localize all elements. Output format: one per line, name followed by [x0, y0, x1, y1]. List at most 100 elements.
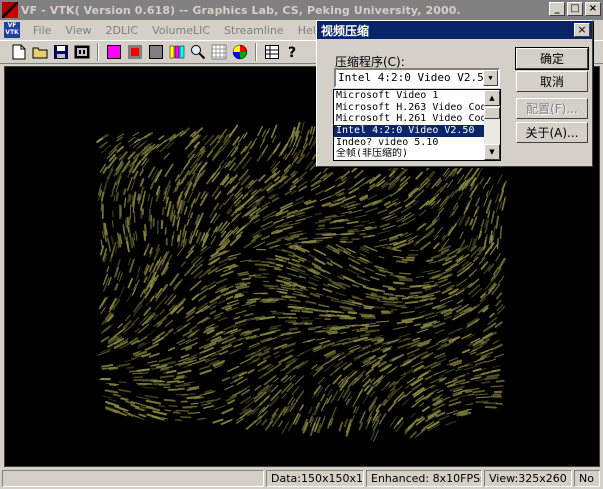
lic-streak	[168, 404, 178, 408]
lic-streak	[239, 358, 252, 365]
magenta-square-icon[interactable]	[105, 43, 123, 61]
new-file-icon[interactable]	[10, 43, 28, 61]
dialog-title[interactable]: 视频压缩	[317, 21, 592, 39]
dialog-close-button[interactable]: ×	[574, 23, 590, 37]
lic-streak	[269, 262, 277, 265]
lic-streak	[306, 339, 314, 343]
menu-file[interactable]: File	[26, 24, 58, 37]
compressor-combo[interactable]: Intel 4:2:0 Video V2.50 ▼	[334, 68, 500, 88]
lic-streak	[319, 339, 331, 345]
lic-streak	[141, 386, 156, 389]
grid-icon[interactable]	[210, 43, 228, 61]
list-item-selected[interactable]: Intel 4:2:0 Video V2.50	[334, 125, 484, 137]
lic-streak	[475, 197, 481, 207]
menu-streamline[interactable]: Streamline	[217, 24, 291, 37]
lic-streak	[397, 222, 406, 228]
lic-streak	[461, 333, 472, 340]
lic-streak	[470, 351, 477, 355]
lic-streak	[490, 385, 504, 388]
list-item[interactable]: Microsoft H.263 Video Codec	[334, 102, 484, 114]
lic-streak	[184, 264, 196, 277]
list-item[interactable]: Microsoft H.261 Video Codec	[334, 113, 484, 125]
minimize-button[interactable]: _	[549, 2, 565, 16]
red-square-icon[interactable]	[126, 43, 144, 61]
lic-streak	[365, 207, 379, 213]
lic-streak	[356, 329, 363, 332]
lic-streak	[495, 215, 500, 230]
menu-2dlic[interactable]: 2DLIC	[99, 24, 146, 37]
help-icon[interactable]: ?	[284, 43, 302, 61]
lic-streak	[105, 177, 109, 186]
lic-streak	[163, 152, 170, 160]
lic-streak	[359, 253, 366, 257]
lic-streak	[316, 227, 325, 230]
configure-button[interactable]: 配置(F)...	[516, 98, 588, 119]
combo-dropdown-icon[interactable]: ▼	[483, 70, 498, 86]
lic-streak	[415, 276, 425, 278]
open-folder-icon[interactable]	[31, 43, 49, 61]
lic-streak	[421, 405, 430, 413]
table-icon[interactable]	[263, 43, 281, 61]
lic-streak	[459, 231, 464, 239]
lic-streak	[494, 321, 503, 328]
lic-streak	[364, 266, 375, 272]
lic-streak	[281, 421, 290, 435]
app-icon[interactable]	[2, 2, 18, 18]
lic-streak	[445, 421, 457, 426]
film-icon[interactable]	[73, 43, 91, 61]
gray-square-icon[interactable]	[147, 43, 165, 61]
lic-streak	[101, 395, 113, 399]
about-button[interactable]: 关于(A)...	[516, 122, 588, 143]
lic-streak	[418, 311, 425, 314]
list-item[interactable]: Microsoft Video 1	[334, 90, 484, 102]
scroll-down-icon[interactable]: ▼	[484, 144, 500, 160]
lic-streak	[241, 277, 252, 281]
list-item[interactable]: 全帧(非压缩的)	[334, 148, 484, 160]
lic-streak	[300, 205, 315, 211]
lic-streak	[479, 177, 485, 185]
main-title-bar[interactable]: VF - VTK( Version 0.618) -- Graphics Lab…	[0, 0, 603, 20]
lic-streak	[148, 208, 151, 222]
lic-streak	[474, 183, 480, 191]
lic-streak	[372, 419, 380, 432]
palette-icon[interactable]	[168, 43, 186, 61]
lic-streak	[233, 342, 243, 348]
color-wheel-icon[interactable]	[231, 43, 249, 61]
lic-streak	[393, 189, 401, 195]
lic-streak	[128, 216, 131, 226]
lic-streak	[423, 280, 435, 284]
lic-streak	[147, 360, 158, 364]
save-icon[interactable]	[52, 43, 70, 61]
menu-volumelic[interactable]: VolumeLIC	[145, 24, 217, 37]
lic-streak	[369, 354, 376, 360]
lic-streak	[443, 315, 452, 320]
list-item[interactable]: Indeo? video 5.10	[334, 137, 484, 149]
close-button[interactable]: ×	[585, 2, 601, 16]
lic-streak	[139, 133, 151, 141]
lic-streak	[374, 340, 384, 345]
scroll-thumb[interactable]	[484, 107, 500, 119]
lic-streak	[189, 325, 198, 332]
compressor-listbox[interactable]: Microsoft Video 1 Microsoft H.263 Video …	[333, 89, 501, 161]
lic-streak	[253, 292, 267, 295]
lic-streak	[288, 281, 298, 285]
lic-streak	[468, 387, 480, 391]
lic-streak	[495, 402, 503, 405]
document-icon[interactable]: VF VTK	[4, 22, 20, 38]
scroll-up-icon[interactable]: ▲	[484, 90, 500, 106]
lic-streak	[481, 380, 491, 384]
cancel-button[interactable]: 取消	[516, 71, 588, 92]
lic-streak	[464, 216, 471, 226]
lic-streak	[178, 168, 185, 179]
maximize-button[interactable]: □	[567, 2, 583, 16]
lic-streak	[161, 361, 176, 367]
lic-streak	[499, 201, 503, 209]
lic-streak	[149, 196, 153, 209]
listbox-scrollbar[interactable]: ▲ ▼	[484, 90, 500, 160]
zoom-icon[interactable]	[189, 43, 207, 61]
ok-button[interactable]: 确定	[515, 47, 589, 70]
menu-view[interactable]: View	[58, 24, 98, 37]
lic-streak	[319, 314, 332, 318]
lic-streak	[315, 232, 332, 236]
lic-streak	[360, 351, 370, 357]
